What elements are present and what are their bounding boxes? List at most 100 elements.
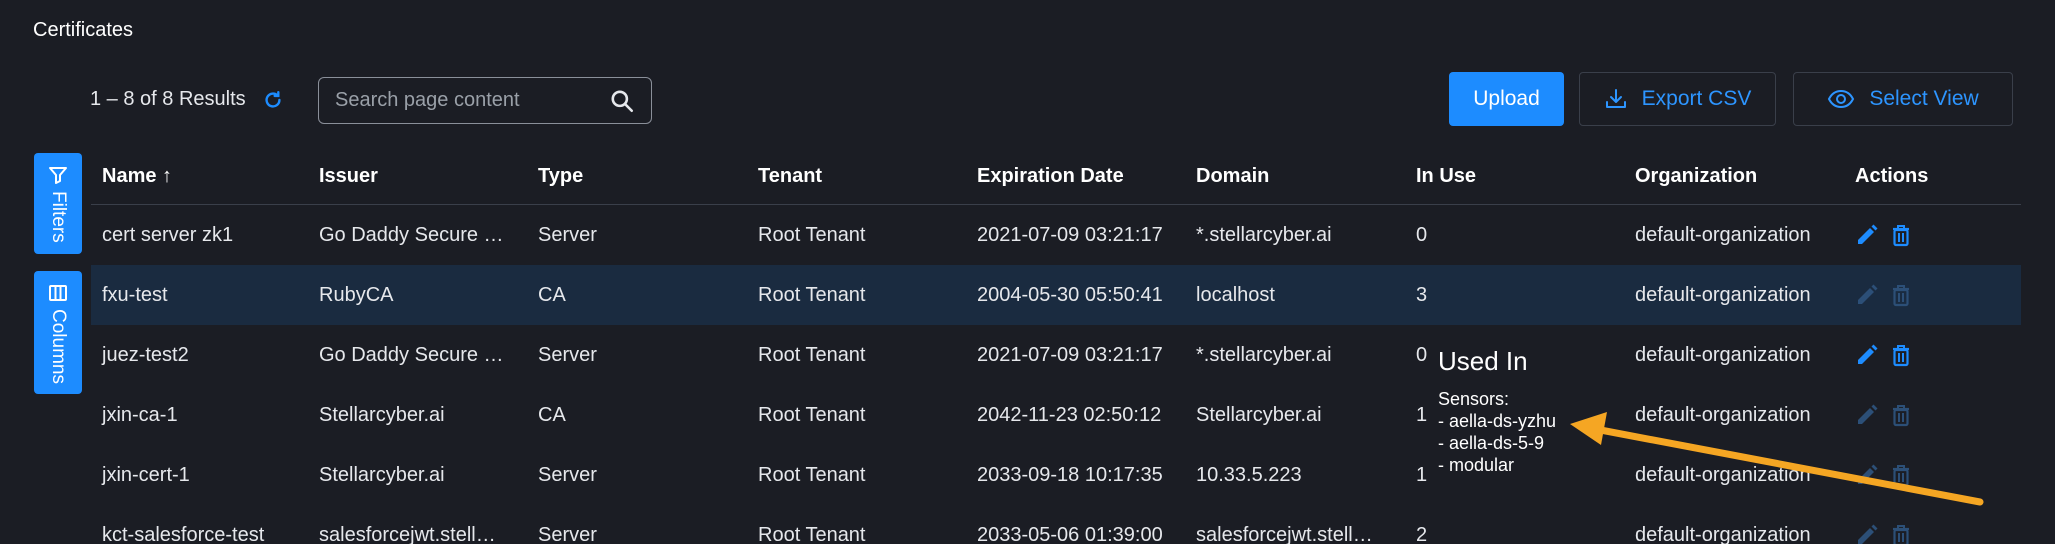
column-header-in-use[interactable]: In Use bbox=[1416, 165, 1476, 188]
column-header-name-label: Name bbox=[102, 165, 157, 187]
cell-issuer: Go Daddy Secure … bbox=[319, 224, 504, 246]
results-summary: 1 – 8 of 8 Results bbox=[90, 88, 284, 111]
cell-issuer: Go Daddy Secure … bbox=[319, 344, 504, 366]
cell-issuer: Stellarcyber.ai bbox=[319, 404, 445, 426]
search-input[interactable] bbox=[335, 78, 595, 123]
cell-expiration: 2033-09-18 10:17:35 bbox=[977, 464, 1163, 486]
cell-domain: *.stellarcyber.ai bbox=[1196, 344, 1332, 366]
cell-name: juez-test2 bbox=[102, 344, 189, 366]
cell-organization: default-organization bbox=[1635, 464, 1811, 486]
cell-tenant: Root Tenant bbox=[758, 464, 866, 486]
upload-button-label: Upload bbox=[1473, 87, 1540, 110]
cell-organization: default-organization bbox=[1635, 224, 1811, 246]
pencil-icon[interactable] bbox=[1855, 342, 1879, 368]
table-row[interactable]: juez-test2 Go Daddy Secure … Server Root Te… bbox=[91, 325, 2021, 385]
cell-type: Server bbox=[538, 224, 597, 246]
export-csv-label: Export CSV bbox=[1641, 87, 1752, 110]
cell-tenant: Root Tenant bbox=[758, 344, 866, 366]
column-header-type[interactable]: Type bbox=[538, 165, 583, 188]
column-header-domain[interactable]: Domain bbox=[1196, 165, 1269, 188]
columns-tab-label: Columns bbox=[48, 309, 69, 384]
trash-icon[interactable] bbox=[1889, 222, 1913, 248]
eye-icon bbox=[1828, 89, 1855, 109]
cell-in-use: 1 bbox=[1416, 464, 1428, 486]
cell-name: cert server zk1 bbox=[102, 224, 234, 246]
table-row[interactable]: jxin-ca-1 Stellarcyber.ai CA Root Tenant 204… bbox=[91, 385, 2021, 445]
tooltip-line: - aella-ds-yzhu bbox=[1438, 411, 1557, 431]
trash-icon[interactable] bbox=[1889, 522, 1913, 544]
trash-icon[interactable] bbox=[1889, 342, 1913, 368]
columns-icon bbox=[49, 285, 67, 301]
cell-in-use: 2 bbox=[1416, 524, 1428, 544]
pencil-icon[interactable] bbox=[1855, 462, 1879, 488]
cell-organization: default-organization bbox=[1635, 344, 1811, 366]
cell-expiration: 2004-05-30 05:50:41 bbox=[977, 284, 1163, 306]
pencil-icon[interactable] bbox=[1855, 282, 1879, 308]
cell-type: CA bbox=[538, 284, 566, 306]
column-header-organization[interactable]: Organization bbox=[1635, 165, 1757, 188]
select-view-button[interactable]: Select View bbox=[1793, 72, 2013, 126]
cell-type: Server bbox=[538, 524, 597, 544]
column-header-tenant[interactable]: Tenant bbox=[758, 165, 822, 188]
row-actions bbox=[1855, 222, 1913, 248]
cell-issuer: salesforcejwt.stell… bbox=[319, 524, 496, 544]
cell-domain: *.stellarcyber.ai bbox=[1196, 224, 1332, 246]
filters-tab[interactable]: Filters bbox=[34, 153, 82, 254]
sort-ascending-icon: ↑ bbox=[162, 165, 173, 187]
cell-in-use: 1 bbox=[1416, 404, 1428, 426]
export-csv-button[interactable]: Export CSV bbox=[1579, 72, 1776, 126]
column-header-name[interactable]: Name ↑ bbox=[102, 165, 172, 188]
tooltip-title: Used In bbox=[1438, 346, 1528, 376]
cell-tenant: Root Tenant bbox=[758, 224, 866, 246]
row-actions bbox=[1855, 522, 1913, 544]
tooltip-body: Sensors: - aella-ds-yzhu - aella-ds-5-9 … bbox=[1438, 388, 1556, 476]
cell-tenant: Root Tenant bbox=[758, 404, 866, 426]
search-icon[interactable] bbox=[609, 88, 635, 114]
row-actions bbox=[1855, 462, 1913, 488]
refresh-icon[interactable] bbox=[262, 89, 284, 111]
trash-icon[interactable] bbox=[1889, 282, 1913, 308]
table-row[interactable]: cert server zk1 Go Daddy Secure … Server Ro… bbox=[91, 205, 2021, 265]
select-view-label: Select View bbox=[1869, 87, 1979, 110]
pencil-icon[interactable] bbox=[1855, 402, 1879, 428]
upload-button[interactable]: Upload bbox=[1449, 72, 1564, 126]
tooltip-line: - modular bbox=[1438, 455, 1515, 475]
cell-type: CA bbox=[538, 404, 566, 426]
search-box[interactable] bbox=[318, 77, 652, 124]
trash-icon[interactable] bbox=[1889, 462, 1913, 488]
cell-organization: default-organization bbox=[1635, 404, 1811, 426]
results-count: 1 – 8 of 8 Results bbox=[90, 88, 246, 110]
column-header-actions: Actions bbox=[1855, 165, 1929, 187]
cell-issuer: Stellarcyber.ai bbox=[319, 464, 445, 486]
row-actions bbox=[1855, 402, 1913, 428]
cell-expiration: 2021-07-09 03:21:17 bbox=[977, 224, 1163, 246]
cell-tenant: Root Tenant bbox=[758, 524, 866, 544]
table-row[interactable]: jxin-cert-1 Stellarcyber.ai Server Root Ten… bbox=[91, 445, 2021, 505]
cell-expiration: 2033-05-06 01:39:00 bbox=[977, 524, 1163, 544]
cell-domain: salesforcejwt.stell… bbox=[1196, 524, 1373, 544]
page-title: Certificates bbox=[33, 19, 134, 41]
column-header-expiration-date[interactable]: Expiration Date bbox=[977, 165, 1124, 188]
cell-organization: default-organization bbox=[1635, 524, 1811, 544]
filters-tab-label: Filters bbox=[48, 191, 69, 243]
tooltip-line: Sensors: bbox=[1438, 389, 1510, 409]
table-row[interactable]: kct-salesforce-test salesforcejwt.stell… S… bbox=[91, 505, 2021, 544]
cell-expiration: 2021-07-09 03:21:17 bbox=[977, 344, 1163, 366]
cell-tenant: Root Tenant bbox=[758, 284, 866, 306]
pencil-icon[interactable] bbox=[1855, 222, 1879, 248]
cell-name: kct-salesforce-test bbox=[102, 524, 265, 544]
cell-name: jxin-ca-1 bbox=[102, 404, 178, 426]
cell-type: Server bbox=[538, 344, 597, 366]
cell-in-use: 0 bbox=[1416, 224, 1428, 246]
table-body: cert server zk1 Go Daddy Secure … Server Ro… bbox=[91, 205, 2021, 544]
trash-icon[interactable] bbox=[1889, 402, 1913, 428]
columns-tab[interactable]: Columns bbox=[34, 271, 82, 394]
tooltip-line: - aella-ds-5-9 bbox=[1438, 433, 1545, 453]
row-actions bbox=[1855, 342, 1913, 368]
column-header-issuer[interactable]: Issuer bbox=[319, 165, 378, 188]
table-row[interactable]: fxu-test RubyCA CA Root Tenant 2004-05-30 05… bbox=[91, 265, 2021, 325]
cell-in-use: 3 bbox=[1416, 284, 1428, 306]
table-header: Name ↑ Issuer Type Tenant Expiration Dat… bbox=[91, 148, 2021, 205]
cell-domain: localhost bbox=[1196, 284, 1275, 306]
pencil-icon[interactable] bbox=[1855, 522, 1879, 544]
